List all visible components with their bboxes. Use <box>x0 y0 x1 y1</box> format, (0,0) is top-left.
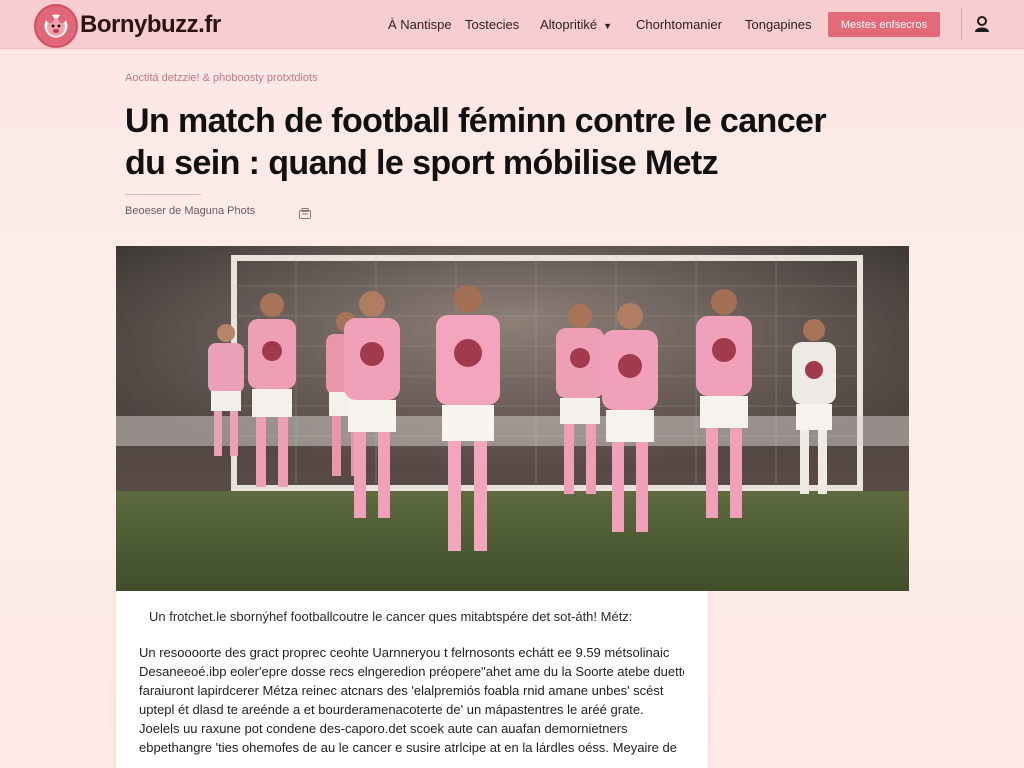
paragraph-line-2: Desaneeoé.ibp eoler'epre dosse recs elng… <box>139 664 684 679</box>
nav-item-1[interactable]: À Nantispe <box>388 17 452 32</box>
nav-item-3-label: Altopritiké <box>540 17 598 32</box>
article-title-line-1: Un match de football féminn contre le ca… <box>125 102 827 140</box>
paragraph-line-6: ebpethangre 'ties ohemofes de au le canc… <box>139 740 677 755</box>
article-paragraph: Un resoooorte des gract proprec ceohte U… <box>139 643 684 757</box>
article-title-line-2: du sein : quand le sport móbilise Metz <box>125 144 719 182</box>
nav-item-2[interactable]: Tostecies <box>465 17 519 32</box>
share-icon[interactable] <box>299 206 311 219</box>
user-icon[interactable] <box>970 12 994 36</box>
nav-item-5[interactable]: Tongapines <box>745 17 812 32</box>
article-byline: Beoeser de Maguna Phots <box>125 205 256 217</box>
subscribe-button[interactable]: Mestes enfsecros <box>828 12 940 37</box>
paragraph-line-1: Un resoooorte des gract proprec ceohte U… <box>139 645 670 660</box>
site-logo-icon[interactable] <box>34 4 78 48</box>
title-divider <box>125 194 201 195</box>
header-divider <box>961 8 962 40</box>
article-hero-image <box>116 246 909 591</box>
article-kicker[interactable]: Aoctitá detzzie! & phoboosty protxtdiots <box>125 72 318 84</box>
site-header: Bornybuzz.fr À Nantispe Tostecies Altopr… <box>0 0 1024 48</box>
image-caption: Un frotchet.le sbornýhef footballcoutre … <box>149 609 633 624</box>
article-title: Un match de football féminn contre le ca… <box>125 100 905 184</box>
paragraph-line-4: uptepl ét dlasd te areénde a et bourdera… <box>139 702 644 717</box>
paragraph-line-5: Joelels uu raxune pot condene des-caporo… <box>139 721 628 736</box>
paragraph-line-3: faraiuront lapirdcerer Métza reinec atcn… <box>139 683 664 698</box>
chevron-down-icon: ▼ <box>603 21 612 31</box>
nav-item-3[interactable]: Altopritiké ▼ <box>540 17 612 32</box>
nav-item-4[interactable]: Chorhtomanier <box>636 17 722 32</box>
site-name[interactable]: Bornybuzz.fr <box>80 11 221 39</box>
